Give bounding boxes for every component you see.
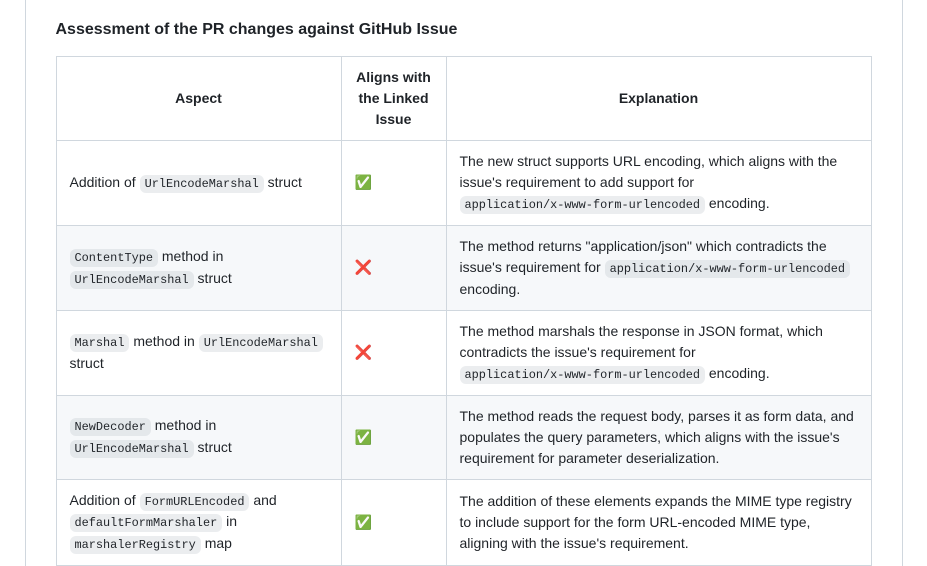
text: struct xyxy=(70,355,104,371)
code-token: FormURLEncoded xyxy=(140,493,250,511)
check-icon: ✅ xyxy=(355,427,372,448)
aligns-cell: ❌ xyxy=(341,310,446,395)
text: method in xyxy=(158,248,223,264)
text: encoding. xyxy=(705,365,770,381)
table-row: NewDecoder method in UrlEncodeMarshal st… xyxy=(56,395,871,479)
text: method in xyxy=(129,333,198,349)
text: struct xyxy=(194,439,232,455)
section-title: Assessment of the PR changes against Git… xyxy=(56,20,872,40)
code-token: NewDecoder xyxy=(70,418,151,436)
code-token: ContentType xyxy=(70,249,159,267)
check-icon: ✅ xyxy=(355,512,372,533)
explanation-cell: The method reads the request body, parse… xyxy=(446,395,871,479)
document-content: Assessment of the PR changes against Git… xyxy=(26,0,902,566)
text: struct xyxy=(264,174,302,190)
code-token: marshalerRegistry xyxy=(70,536,201,554)
text: Addition of xyxy=(70,174,140,190)
text: Addition of xyxy=(70,492,140,508)
text: The new struct supports URL encoding, wh… xyxy=(460,153,838,190)
aspect-cell: Addition of FormURLEncoded and defaultFo… xyxy=(56,479,341,566)
table-row: Addition of FormURLEncoded and defaultFo… xyxy=(56,479,871,566)
document-panel: Assessment of the PR changes against Git… xyxy=(25,0,903,566)
aspect-cell: Marshal method in UrlEncodeMarshal struc… xyxy=(56,310,341,395)
col-header-aspect: Aspect xyxy=(56,57,341,141)
text: The addition of these elements expands t… xyxy=(460,493,852,551)
aspect-cell: ContentType method in UrlEncodeMarshal s… xyxy=(56,225,341,310)
table-header-row: Aspect Aligns with the Linked Issue Expl… xyxy=(56,57,871,141)
text: The method marshals the response in JSON… xyxy=(460,323,823,360)
code-token: application/x-www-form-urlencoded xyxy=(605,260,850,278)
col-header-explanation: Explanation xyxy=(446,57,871,141)
assessment-table: Aspect Aligns with the Linked Issue Expl… xyxy=(56,56,872,566)
cross-icon: ❌ xyxy=(355,342,372,363)
code-token: Marshal xyxy=(70,334,130,352)
explanation-cell: The addition of these elements expands t… xyxy=(446,479,871,566)
explanation-cell: The new struct supports URL encoding, wh… xyxy=(446,141,871,226)
code-token: UrlEncodeMarshal xyxy=(199,334,323,352)
text: in xyxy=(222,513,237,529)
explanation-cell: The method returns "application/json" wh… xyxy=(446,225,871,310)
code-token: UrlEncodeMarshal xyxy=(70,271,194,289)
text: and xyxy=(249,492,276,508)
text: encoding. xyxy=(460,281,521,297)
text: method in xyxy=(151,417,216,433)
code-token: UrlEncodeMarshal xyxy=(70,440,194,458)
explanation-cell: The method marshals the response in JSON… xyxy=(446,310,871,395)
text: encoding. xyxy=(705,195,770,211)
aligns-cell: ❌ xyxy=(341,225,446,310)
aspect-cell: Addition of UrlEncodeMarshal struct xyxy=(56,141,341,226)
aspect-cell: NewDecoder method in UrlEncodeMarshal st… xyxy=(56,395,341,479)
code-token: application/x-www-form-urlencoded xyxy=(460,196,705,214)
cross-icon: ❌ xyxy=(355,257,372,278)
text: The method reads the request body, parse… xyxy=(460,408,854,466)
col-header-aligns: Aligns with the Linked Issue xyxy=(341,57,446,141)
code-token: application/x-www-form-urlencoded xyxy=(460,366,705,384)
text: map xyxy=(201,535,232,551)
aligns-cell: ✅ xyxy=(341,479,446,566)
code-token: defaultFormMarshaler xyxy=(70,514,223,532)
code-token: UrlEncodeMarshal xyxy=(140,175,264,193)
text: struct xyxy=(194,270,232,286)
table-row: ContentType method in UrlEncodeMarshal s… xyxy=(56,225,871,310)
aligns-cell: ✅ xyxy=(341,395,446,479)
table-row: Addition of UrlEncodeMarshal struct ✅ Th… xyxy=(56,141,871,226)
check-icon: ✅ xyxy=(355,172,372,193)
aligns-cell: ✅ xyxy=(341,141,446,226)
table-row: Marshal method in UrlEncodeMarshal struc… xyxy=(56,310,871,395)
